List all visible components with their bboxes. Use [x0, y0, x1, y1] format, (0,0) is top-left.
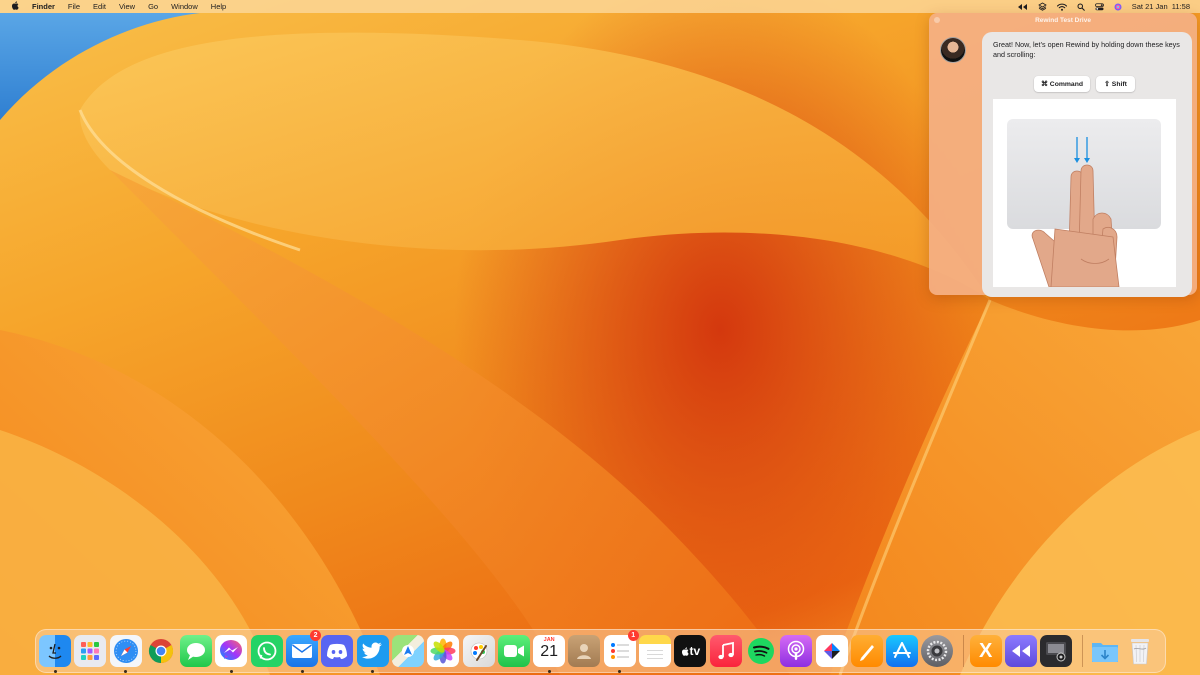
- dock-item-settings[interactable]: [921, 635, 954, 667]
- dock-item-notes[interactable]: [639, 635, 672, 667]
- dock-separator: [1081, 635, 1083, 667]
- dock: 2 JAN 21 1 tv X: [35, 629, 1166, 673]
- menu-file[interactable]: File: [68, 2, 80, 11]
- appletv-icon: tv: [681, 644, 701, 658]
- pages-icon: [859, 645, 874, 661]
- menu-clock[interactable]: Sat 21 Jan 11:58: [1132, 2, 1190, 11]
- dock-item-reminders[interactable]: 1: [603, 630, 639, 673]
- dock-item-contacts[interactable]: [568, 635, 601, 667]
- menu-go[interactable]: Go: [148, 2, 158, 11]
- twitter-icon: [361, 642, 382, 659]
- command-key-label: Command: [1049, 80, 1084, 88]
- photos-icon: [430, 638, 456, 664]
- craft-icon: [823, 643, 840, 659]
- dock-item-appstore[interactable]: [886, 635, 919, 667]
- whatsapp-icon: [257, 641, 277, 661]
- pixelmator-icon: [470, 642, 487, 661]
- scroll-hand-icon: [1031, 137, 1120, 287]
- maps-icon: [401, 645, 414, 657]
- dock-item-calendar[interactable]: JAN 21: [533, 635, 566, 673]
- search-icon[interactable]: [1077, 3, 1085, 11]
- downloads-folder-icon: [1091, 643, 1118, 662]
- command-key-icon: ⌘: [1040, 81, 1048, 88]
- dock-item-screenshot-app[interactable]: [1040, 635, 1073, 667]
- mail-icon: [292, 644, 313, 658]
- dock-separator: [962, 635, 964, 667]
- dock-item-pixelmator[interactable]: [462, 635, 495, 667]
- safari-icon: [113, 639, 138, 663]
- reminders-badge: 1: [627, 630, 639, 641]
- reminders-icon: [610, 643, 629, 659]
- rewind-app-icon: [1012, 645, 1031, 657]
- message-bubble: Great! Now, let’s open Rewind by holding…: [982, 32, 1192, 297]
- control-center-icon[interactable]: [1094, 2, 1104, 11]
- layers-icon[interactable]: [1037, 2, 1047, 11]
- dock-item-twitter[interactable]: [356, 635, 389, 673]
- dock-item-spotify[interactable]: [745, 635, 777, 667]
- mail-badge: 2: [310, 630, 322, 641]
- dock-item-music[interactable]: [709, 635, 742, 667]
- dock-item-craft[interactable]: [815, 635, 848, 667]
- spotify-icon: [747, 638, 774, 664]
- screenshot-app-icon: [1046, 642, 1067, 662]
- dock-item-discord[interactable]: [321, 635, 354, 667]
- dock-item-messages[interactable]: [180, 635, 213, 667]
- rewind-test-drive-panel: Rewind Test Drive Great! Now, let’s open…: [929, 13, 1197, 297]
- dock-item-whatsapp[interactable]: [250, 635, 283, 667]
- messages-icon: [187, 643, 206, 660]
- scroll-down-arrows-icon: [1074, 137, 1090, 163]
- menu-help[interactable]: Help: [211, 2, 226, 11]
- rewind-icon[interactable]: [1017, 3, 1028, 11]
- podcasts-icon: [787, 640, 805, 660]
- dock-item-rewind[interactable]: [1005, 635, 1038, 667]
- dock-item-facetime[interactable]: [497, 635, 530, 667]
- dock-item-chrome[interactable]: [145, 635, 177, 667]
- trash-icon: [1130, 639, 1149, 665]
- siri-icon[interactable]: [1114, 3, 1122, 11]
- dock-item-launchpad[interactable]: [74, 635, 107, 667]
- wifi-icon[interactable]: [1056, 3, 1067, 11]
- avatar: [940, 37, 966, 63]
- contacts-icon: [577, 644, 592, 659]
- dock-item-pages[interactable]: [850, 635, 883, 667]
- trackpad-scroll-illustration: [993, 99, 1176, 287]
- dock-item-safari[interactable]: [109, 635, 142, 673]
- shift-key-button[interactable]: ⇧ Shift: [1096, 76, 1135, 92]
- menu-window[interactable]: Window: [171, 2, 198, 11]
- dock-item-mail[interactable]: 2: [286, 630, 322, 673]
- menu-view[interactable]: View: [119, 2, 135, 11]
- discord-icon: [327, 643, 348, 659]
- menu-bar: Finder File Edit View Go Window Help Sat…: [0, 0, 1200, 13]
- dock-item-x-app[interactable]: X: [969, 635, 1002, 667]
- shift-key-label: Shift: [1111, 80, 1127, 88]
- music-icon: [718, 641, 734, 660]
- notes-icon: [647, 650, 664, 659]
- dock-item-photos[interactable]: [427, 635, 460, 667]
- calendar-day: 21: [540, 643, 559, 660]
- command-key-button[interactable]: ⌘ Command: [1034, 76, 1090, 92]
- facetime-icon: [503, 645, 524, 657]
- launchpad-icon: [81, 642, 100, 660]
- dock-item-maps[interactable]: [391, 635, 424, 667]
- panel-title: Rewind Test Drive: [1035, 17, 1091, 24]
- instruction-text: Great! Now, let’s open Rewind by holding…: [993, 40, 1180, 59]
- menu-edit[interactable]: Edit: [93, 2, 106, 11]
- dock-item-appletv[interactable]: tv: [674, 635, 707, 667]
- dock-item-messenger[interactable]: [215, 635, 248, 673]
- appletv-label: tv: [689, 644, 701, 658]
- appstore-icon: [893, 642, 912, 658]
- settings-icon: [927, 640, 948, 662]
- shift-key-icon: ⇧: [1104, 81, 1110, 88]
- apple-menu-icon[interactable]: [11, 1, 19, 12]
- dock-item-downloads[interactable]: [1089, 635, 1121, 667]
- dock-item-podcasts[interactable]: [780, 635, 813, 667]
- messenger-icon: [220, 640, 243, 660]
- dock-item-finder[interactable]: [39, 635, 71, 673]
- x-app-icon: X: [979, 639, 993, 662]
- dock-item-trash[interactable]: [1124, 635, 1156, 667]
- menu-app-name[interactable]: Finder: [32, 2, 55, 11]
- finder-icon: [48, 643, 62, 659]
- chrome-icon: [148, 639, 173, 663]
